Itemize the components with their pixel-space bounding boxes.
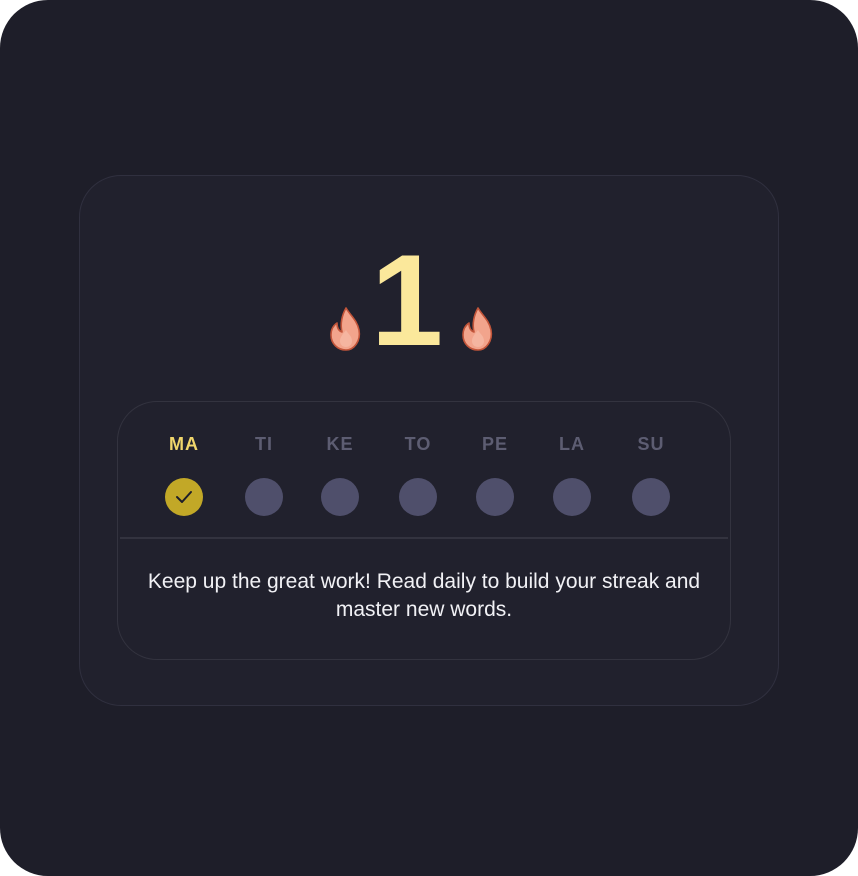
flame-icon <box>461 306 495 352</box>
day-status-dot <box>399 478 437 516</box>
day-label: SU <box>637 434 665 454</box>
weekly-progress-panel: MA TI KE TO PE LA SU Keep up the great w… <box>117 401 731 660</box>
day-label: KE <box>326 434 354 454</box>
day-status-dot <box>553 478 591 516</box>
encouragement-message: Keep up the great work! Read daily to bu… <box>147 570 701 621</box>
day-status-dot <box>165 478 203 516</box>
streak-counter: 1 <box>0 227 858 373</box>
day-label: TI <box>255 434 273 454</box>
divider <box>120 537 728 539</box>
day-status-dot <box>476 478 514 516</box>
app-frame: 1 MA TI KE TO PE LA SU Keep up the great… <box>0 0 858 876</box>
day-status-dot <box>245 478 283 516</box>
day-status-dot <box>632 478 670 516</box>
day-label: MA <box>169 434 199 454</box>
day-label: LA <box>559 434 585 454</box>
day-status-dot <box>321 478 359 516</box>
day-label: PE <box>481 434 508 454</box>
day-label: TO <box>404 434 432 454</box>
check-icon <box>176 491 192 503</box>
flame-icon <box>329 306 363 352</box>
streak-count: 1 <box>370 227 444 373</box>
